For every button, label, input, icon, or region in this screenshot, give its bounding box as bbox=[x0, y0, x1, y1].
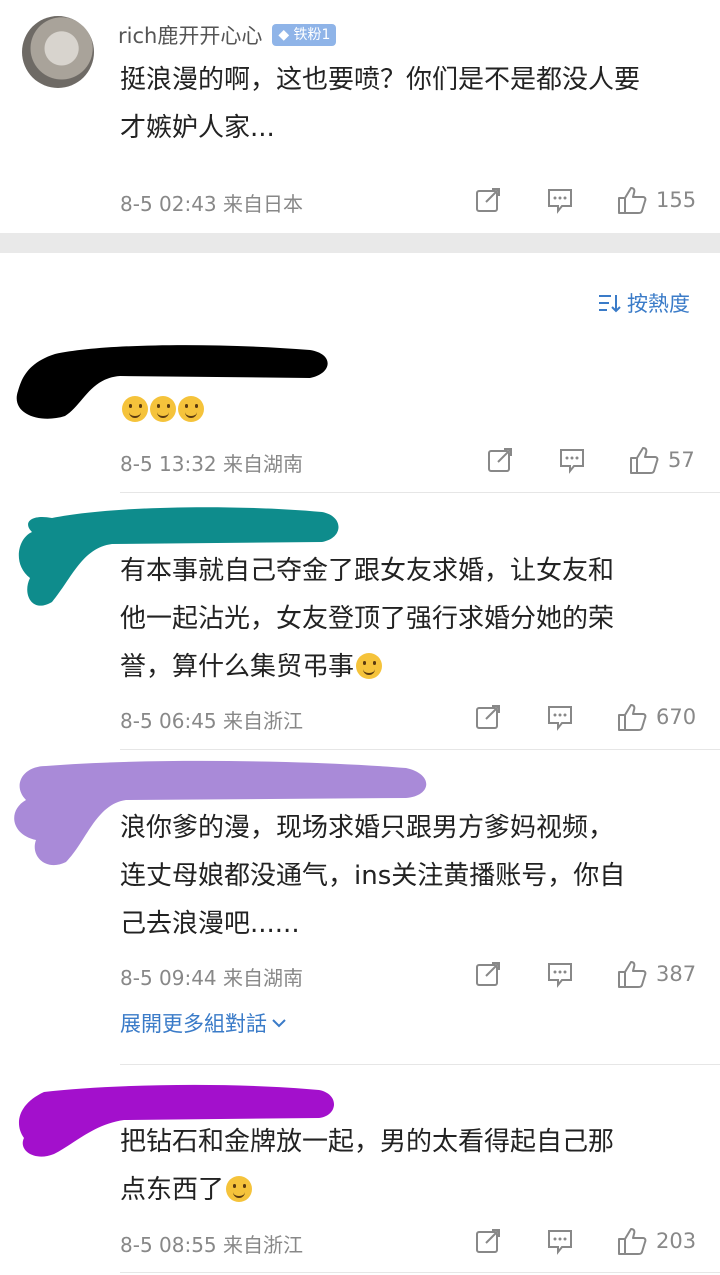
like-count: 203 bbox=[656, 1229, 697, 1253]
comment-text[interactable]: 浪你爹的漫，现场求婚只跟男方爹妈视频， 连丈母娘都没通气，ins关注黄播账号，你… bbox=[120, 804, 705, 948]
comment-text[interactable]: 把钻石和金牌放一起，男的太看得起自己那 点东西了 bbox=[120, 1118, 705, 1214]
comment-icon bbox=[548, 1230, 572, 1255]
reply-button[interactable] bbox=[546, 186, 574, 214]
share-button[interactable] bbox=[474, 960, 502, 988]
comment-line: 连丈母娘都没通气，ins关注黄播账号，你自 bbox=[120, 861, 626, 891]
section-divider bbox=[0, 233, 720, 253]
like-button[interactable]: 155 bbox=[616, 184, 696, 216]
comment-text[interactable]: 挺浪漫的啊，这也要喷？你们是不是都没人要 才嫉妒人家... bbox=[120, 56, 705, 152]
crying-emoji-icon bbox=[226, 1176, 253, 1202]
expand-thread-link[interactable]: 展開更多組對話 bbox=[120, 1008, 287, 1038]
separator bbox=[120, 492, 720, 493]
comment-line: 己去浪漫吧...... bbox=[120, 909, 300, 939]
comment-meta: 8-5 08:55 来自浙江 bbox=[120, 1233, 304, 1257]
share-icon bbox=[488, 448, 512, 472]
comment-line: 把钻石和金牌放一起，男的太看得起自己那 bbox=[120, 1127, 615, 1157]
smile-emoji-icon bbox=[356, 653, 383, 679]
share-icon bbox=[476, 962, 500, 986]
shush-emoji-icon bbox=[122, 396, 148, 422]
share-button[interactable] bbox=[474, 186, 502, 214]
separator bbox=[120, 1272, 720, 1273]
thumbs-up-icon bbox=[618, 1228, 647, 1255]
comment-meta: 8-5 09:44 来自湖南 bbox=[120, 966, 304, 990]
comment-meta: 8-5 13:32 来自湖南 bbox=[120, 452, 304, 476]
fan-badge-label: 铁粉1 bbox=[293, 27, 331, 43]
user-row: rich鹿开开心心 ◆ 铁粉1 bbox=[118, 20, 337, 50]
separator bbox=[120, 1064, 720, 1065]
thumbs-up-icon bbox=[618, 704, 647, 731]
reply-button[interactable] bbox=[546, 960, 574, 988]
comment-meta: 8-5 02:43 来自日本 bbox=[120, 192, 304, 216]
comment-icon bbox=[548, 706, 572, 731]
comment-icon bbox=[548, 189, 572, 214]
comment-line: 誉，算什么集贸弔事 bbox=[120, 652, 355, 682]
comment-line: 挺浪漫的啊，这也要喷？你们是不是都没人要 bbox=[120, 65, 641, 95]
comment-text[interactable]: 有本事就自己夺金了跟女友求婚，让女友和 他一起沾光，女友登顶了强行求婚分她的荣 … bbox=[120, 547, 705, 691]
shush-emoji-icon bbox=[178, 396, 204, 422]
comment-icon bbox=[560, 449, 584, 474]
avatar[interactable] bbox=[22, 16, 94, 88]
username[interactable]: rich鹿开开心心 bbox=[118, 20, 262, 50]
comment-line: 有本事就自己夺金了跟女友求婚，让女友和 bbox=[120, 556, 615, 586]
like-count: 387 bbox=[656, 962, 697, 986]
like-button[interactable]: 203 bbox=[616, 1225, 696, 1257]
share-button[interactable] bbox=[474, 703, 502, 731]
like-button[interactable]: 57 bbox=[628, 444, 695, 476]
sort-label: 按熱度 bbox=[627, 292, 690, 316]
thumbs-up-icon bbox=[618, 187, 647, 214]
share-icon bbox=[476, 1229, 500, 1253]
share-icon bbox=[476, 705, 500, 729]
comment-icon bbox=[548, 963, 572, 988]
comment-line: 浪你爹的漫，现场求婚只跟男方爹妈视频， bbox=[120, 813, 615, 843]
thumbs-up-icon bbox=[630, 447, 659, 474]
separator bbox=[120, 749, 720, 750]
thumbs-up-icon bbox=[618, 961, 647, 988]
like-count: 670 bbox=[656, 705, 697, 729]
comment-text[interactable] bbox=[120, 386, 705, 434]
reply-button[interactable] bbox=[546, 1227, 574, 1255]
comment-line: 才嫉妒人家... bbox=[120, 113, 275, 143]
comment-meta: 8-5 06:45 来自浙江 bbox=[120, 709, 304, 733]
comment-line: 点东西了 bbox=[120, 1175, 225, 1205]
share-icon bbox=[476, 188, 500, 212]
sort-button[interactable]: 按熱度 bbox=[597, 288, 690, 318]
sort-icon bbox=[599, 295, 621, 313]
share-button[interactable] bbox=[486, 446, 514, 474]
like-count: 57 bbox=[668, 448, 695, 472]
like-button[interactable]: 670 bbox=[616, 701, 696, 733]
shush-emoji-icon bbox=[150, 396, 176, 422]
like-button[interactable]: 387 bbox=[616, 958, 696, 990]
reply-button[interactable] bbox=[558, 446, 586, 474]
fan-badge: ◆ 铁粉1 bbox=[272, 24, 337, 46]
like-count: 155 bbox=[656, 188, 697, 212]
comment-line: 他一起沾光，女友登顶了强行求婚分她的荣 bbox=[120, 604, 615, 634]
expand-label: 展開更多組對話 bbox=[120, 1012, 267, 1036]
reply-button[interactable] bbox=[546, 703, 574, 731]
share-button[interactable] bbox=[474, 1227, 502, 1255]
chevron-down-icon bbox=[272, 1019, 286, 1028]
